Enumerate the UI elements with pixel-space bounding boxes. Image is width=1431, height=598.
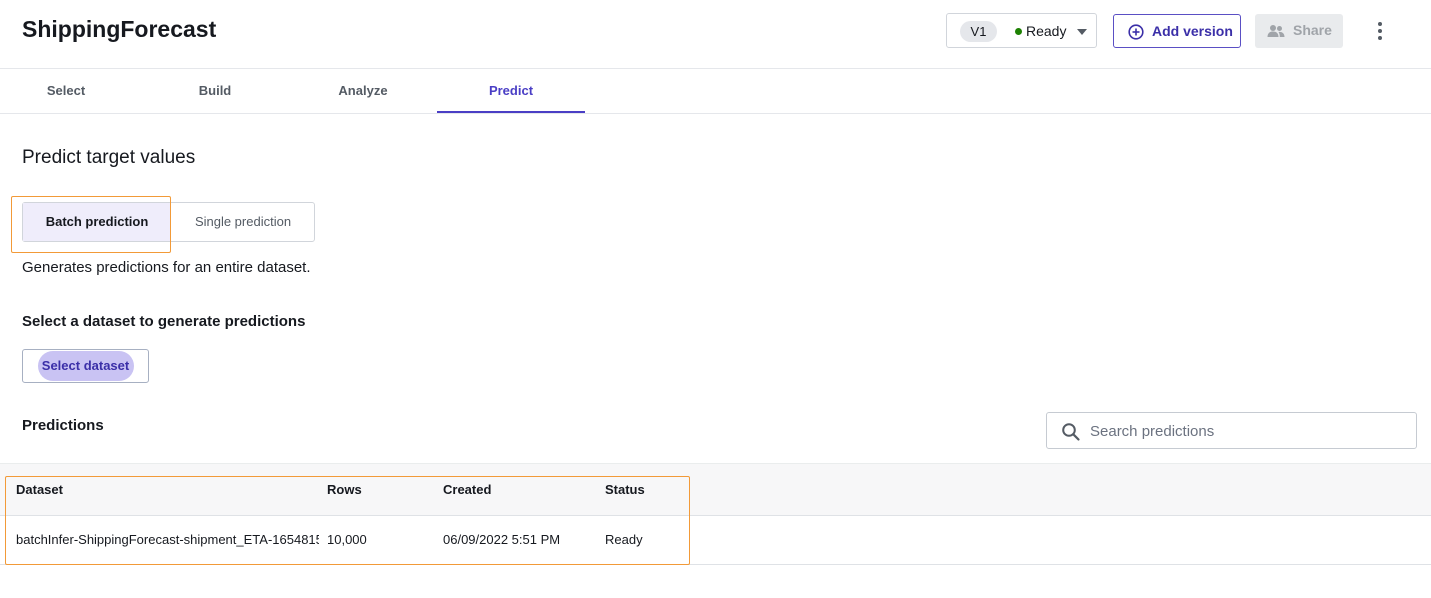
table-header: Dataset Rows Created Status [0, 463, 1431, 516]
version-status: Ready [1026, 23, 1067, 39]
more-options-icon[interactable] [1369, 18, 1391, 44]
dot [1378, 29, 1382, 33]
section-title: Predict target values [22, 147, 196, 168]
version-selector[interactable]: V1 Ready [946, 13, 1097, 48]
select-dataset-button[interactable]: Select dataset [22, 349, 149, 383]
tab-bar: Select Build Analyze Predict [0, 69, 1431, 114]
search-icon [1062, 423, 1080, 441]
version-badge: V1 [960, 21, 997, 42]
app-title: ShippingForecast [22, 16, 217, 42]
cell-created: 06/09/2022 5:51 PM [443, 532, 561, 547]
tab-analyze[interactable]: Analyze [289, 69, 437, 113]
cell-dataset[interactable]: batchInfer-ShippingForecast-shipment_ETA… [16, 532, 319, 547]
batch-prediction-button[interactable]: Batch prediction [23, 203, 171, 241]
caret-down-icon [1077, 29, 1087, 35]
dataset-section-title: Select a dataset to generate predictions [22, 313, 306, 330]
dot [1378, 22, 1382, 26]
search-box [1046, 412, 1417, 449]
prediction-mode-toggle: Batch prediction Single prediction [22, 202, 315, 242]
column-header-status[interactable]: Status [605, 482, 645, 497]
people-icon [1267, 25, 1285, 37]
tab-build[interactable]: Build [141, 69, 289, 113]
table-row[interactable]: batchInfer-ShippingForecast-shipment_ETA… [0, 516, 1431, 565]
plus-circle-icon [1128, 24, 1144, 40]
predictions-title: Predictions [22, 417, 104, 434]
select-dataset-label: Select dataset [41, 358, 130, 373]
dot [1378, 36, 1382, 40]
column-header-created[interactable]: Created [443, 482, 491, 497]
cell-rows: 10,000 [327, 532, 367, 547]
share-button[interactable]: Share [1255, 14, 1343, 48]
column-header-rows[interactable]: Rows [327, 482, 362, 497]
tab-predict[interactable]: Predict [437, 69, 585, 113]
share-label: Share [1293, 22, 1332, 38]
status-dot-icon [1015, 28, 1022, 35]
add-version-button[interactable]: Add version [1113, 14, 1241, 48]
column-header-dataset[interactable]: Dataset [16, 482, 63, 497]
tab-select[interactable]: Select [0, 69, 140, 113]
mode-description: Generates predictions for an entire data… [22, 259, 311, 276]
cell-status: Ready [605, 532, 643, 547]
single-prediction-button[interactable]: Single prediction [171, 203, 315, 241]
add-version-label: Add version [1152, 23, 1233, 39]
search-input[interactable] [1088, 419, 1402, 443]
